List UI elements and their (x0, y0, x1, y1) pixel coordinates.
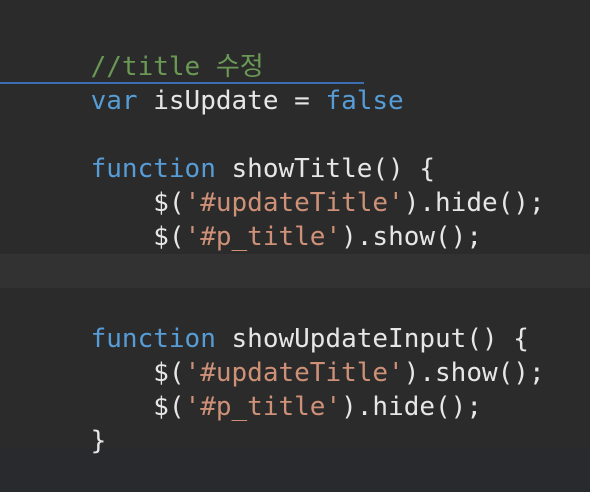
code-line-7: } (0, 220, 590, 286)
closing-brace: } (90, 426, 107, 456)
code-line-2: var isUpdate = false (0, 50, 590, 116)
code-line-10: $('#updateTitle').show(); (0, 322, 590, 388)
code-line-4: function showTitle() { (0, 118, 590, 184)
code-line-6: $('#p_title').show(); (0, 186, 590, 252)
code-line-1: //title 수정 (0, 16, 590, 82)
code-line-12: } (0, 390, 590, 456)
code-line-8-current[interactable] (0, 254, 590, 288)
code-line-9: function showUpdateInput() { (0, 288, 590, 354)
code-line-5: $('#updateTitle').hide(); (0, 152, 590, 218)
code-editor[interactable]: //title 수정 var isUpdate = false function… (0, 0, 590, 456)
code-line-11: $('#p_title').hide(); (0, 356, 590, 422)
